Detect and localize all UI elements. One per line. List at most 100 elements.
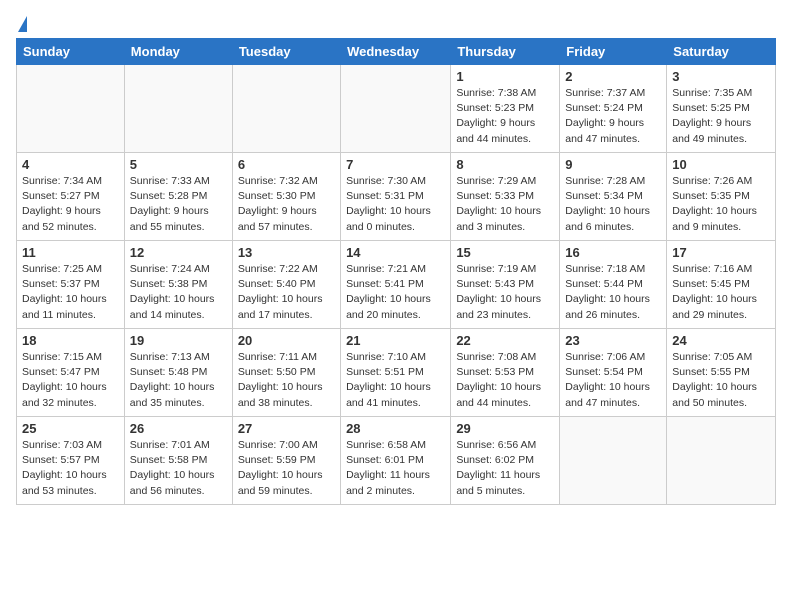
day-info: Sunrise: 7:13 AM Sunset: 5:48 PM Dayligh… [130,350,227,411]
day-info: Sunrise: 6:56 AM Sunset: 6:02 PM Dayligh… [456,438,554,499]
day-info: Sunrise: 7:21 AM Sunset: 5:41 PM Dayligh… [346,262,445,323]
calendar-cell: 2Sunrise: 7:37 AM Sunset: 5:24 PM Daylig… [560,65,667,153]
day-number: 29 [456,421,554,436]
calendar-cell: 10 Sunrise: 7:26 AM Sunset: 5:35 PM Dayli… [667,153,776,241]
calendar-cell: 28 Sunrise: 6:58 AM Sunset: 6:01 PM Dayli… [341,417,451,505]
calendar-cell: 12Sunrise: 7:24 AM Sunset: 5:38 PM Dayli… [124,241,232,329]
calendar-cell: 8 Sunrise: 7:29 AM Sunset: 5:33 PM Daylig… [451,153,560,241]
calendar-cell [560,417,667,505]
day-info: Sunrise: 7:10 AM Sunset: 5:51 PM Dayligh… [346,350,445,411]
day-number: 13 [238,245,335,260]
calendar-cell [232,65,340,153]
calendar-cell: 17 Sunrise: 7:16 AM Sunset: 5:45 PM Dayli… [667,241,776,329]
calendar-cell: 20 Sunrise: 7:11 AM Sunset: 5:50 PM Dayli… [232,329,340,417]
day-number: 11 [22,245,119,260]
calendar-cell: 5 Sunrise: 7:33 AM Sunset: 5:28 PM Daylig… [124,153,232,241]
calendar-cell: 11 Sunrise: 7:25 AM Sunset: 5:37 PM Dayli… [17,241,125,329]
day-number: 12 [130,245,227,260]
day-info: Sunrise: 7:26 AM Sunset: 5:35 PM Dayligh… [672,174,770,235]
calendar-cell: 25 Sunrise: 7:03 AM Sunset: 5:57 PM Dayli… [17,417,125,505]
day-number: 25 [22,421,119,436]
day-number: 4 [22,157,119,172]
calendar-cell: 29 Sunrise: 6:56 AM Sunset: 6:02 PM Dayli… [451,417,560,505]
day-info: Sunrise: 7:34 AM Sunset: 5:27 PM Dayligh… [22,174,119,235]
calendar-week-4: 18 Sunrise: 7:15 AM Sunset: 5:47 PM Dayli… [17,329,776,417]
weekday-header-monday: Monday [124,39,232,65]
day-number: 3 [672,69,770,84]
calendar-cell: 14 Sunrise: 7:21 AM Sunset: 5:41 PM Dayli… [341,241,451,329]
calendar-cell: 22 Sunrise: 7:08 AM Sunset: 5:53 PM Dayli… [451,329,560,417]
day-number: 5 [130,157,227,172]
calendar-cell: 27 Sunrise: 7:00 AM Sunset: 5:59 PM Dayli… [232,417,340,505]
day-number: 27 [238,421,335,436]
header [16,16,776,30]
calendar-cell: 13 Sunrise: 7:22 AM Sunset: 5:40 PM Dayli… [232,241,340,329]
logo-triangle-icon [18,16,27,32]
day-number: 28 [346,421,445,436]
day-info: Sunrise: 7:18 AM Sunset: 5:44 PM Dayligh… [565,262,661,323]
day-number: 24 [672,333,770,348]
day-number: 15 [456,245,554,260]
day-number: 21 [346,333,445,348]
calendar-cell: 24 Sunrise: 7:05 AM Sunset: 5:55 PM Dayli… [667,329,776,417]
calendar-cell: 7Sunrise: 7:30 AM Sunset: 5:31 PM Daylig… [341,153,451,241]
day-info: Sunrise: 7:25 AM Sunset: 5:37 PM Dayligh… [22,262,119,323]
day-number: 1 [456,69,554,84]
day-info: Sunrise: 7:32 AM Sunset: 5:30 PM Dayligh… [238,174,335,235]
day-info: Sunrise: 7:19 AM Sunset: 5:43 PM Dayligh… [456,262,554,323]
day-info: Sunrise: 7:29 AM Sunset: 5:33 PM Dayligh… [456,174,554,235]
calendar-week-5: 25 Sunrise: 7:03 AM Sunset: 5:57 PM Dayli… [17,417,776,505]
calendar-cell: 16 Sunrise: 7:18 AM Sunset: 5:44 PM Dayli… [560,241,667,329]
day-number: 20 [238,333,335,348]
day-number: 22 [456,333,554,348]
calendar-cell [667,417,776,505]
day-number: 23 [565,333,661,348]
day-info: Sunrise: 7:33 AM Sunset: 5:28 PM Dayligh… [130,174,227,235]
day-info: Sunrise: 7:00 AM Sunset: 5:59 PM Dayligh… [238,438,335,499]
day-info: Sunrise: 7:03 AM Sunset: 5:57 PM Dayligh… [22,438,119,499]
calendar-cell: 21 Sunrise: 7:10 AM Sunset: 5:51 PM Dayli… [341,329,451,417]
day-number: 18 [22,333,119,348]
day-number: 8 [456,157,554,172]
calendar-cell: 18 Sunrise: 7:15 AM Sunset: 5:47 PM Dayli… [17,329,125,417]
day-info: Sunrise: 7:01 AM Sunset: 5:58 PM Dayligh… [130,438,227,499]
logo [16,16,27,30]
day-number: 16 [565,245,661,260]
day-info: Sunrise: 7:06 AM Sunset: 5:54 PM Dayligh… [565,350,661,411]
day-info: Sunrise: 7:38 AM Sunset: 5:23 PM Dayligh… [456,86,554,147]
calendar-cell: 9Sunrise: 7:28 AM Sunset: 5:34 PM Daylig… [560,153,667,241]
day-number: 10 [672,157,770,172]
day-info: Sunrise: 7:22 AM Sunset: 5:40 PM Dayligh… [238,262,335,323]
day-info: Sunrise: 7:05 AM Sunset: 5:55 PM Dayligh… [672,350,770,411]
day-number: 7 [346,157,445,172]
day-number: 6 [238,157,335,172]
day-number: 14 [346,245,445,260]
day-info: Sunrise: 7:08 AM Sunset: 5:53 PM Dayligh… [456,350,554,411]
calendar-week-1: 1 Sunrise: 7:38 AM Sunset: 5:23 PM Daylig… [17,65,776,153]
day-number: 9 [565,157,661,172]
calendar-cell: 23 Sunrise: 7:06 AM Sunset: 5:54 PM Dayli… [560,329,667,417]
calendar-cell: 4 Sunrise: 7:34 AM Sunset: 5:27 PM Daylig… [17,153,125,241]
weekday-header-thursday: Thursday [451,39,560,65]
calendar-week-2: 4 Sunrise: 7:34 AM Sunset: 5:27 PM Daylig… [17,153,776,241]
calendar-cell: 1 Sunrise: 7:38 AM Sunset: 5:23 PM Daylig… [451,65,560,153]
calendar-header-row: SundayMondayTuesdayWednesdayThursdayFrid… [17,39,776,65]
day-info: Sunrise: 6:58 AM Sunset: 6:01 PM Dayligh… [346,438,445,499]
calendar-cell: 3 Sunrise: 7:35 AM Sunset: 5:25 PM Daylig… [667,65,776,153]
weekday-header-wednesday: Wednesday [341,39,451,65]
calendar-cell: 19 Sunrise: 7:13 AM Sunset: 5:48 PM Dayli… [124,329,232,417]
day-info: Sunrise: 7:11 AM Sunset: 5:50 PM Dayligh… [238,350,335,411]
calendar-cell [17,65,125,153]
day-info: Sunrise: 7:37 AM Sunset: 5:24 PM Dayligh… [565,86,661,147]
calendar-cell: 6 Sunrise: 7:32 AM Sunset: 5:30 PM Daylig… [232,153,340,241]
day-number: 17 [672,245,770,260]
weekday-header-sunday: Sunday [17,39,125,65]
day-info: Sunrise: 7:15 AM Sunset: 5:47 PM Dayligh… [22,350,119,411]
calendar-cell [124,65,232,153]
weekday-header-friday: Friday [560,39,667,65]
calendar-cell: 15 Sunrise: 7:19 AM Sunset: 5:43 PM Dayli… [451,241,560,329]
day-info: Sunrise: 7:16 AM Sunset: 5:45 PM Dayligh… [672,262,770,323]
day-info: Sunrise: 7:35 AM Sunset: 5:25 PM Dayligh… [672,86,770,147]
day-number: 19 [130,333,227,348]
calendar-cell: 26Sunrise: 7:01 AM Sunset: 5:58 PM Dayli… [124,417,232,505]
